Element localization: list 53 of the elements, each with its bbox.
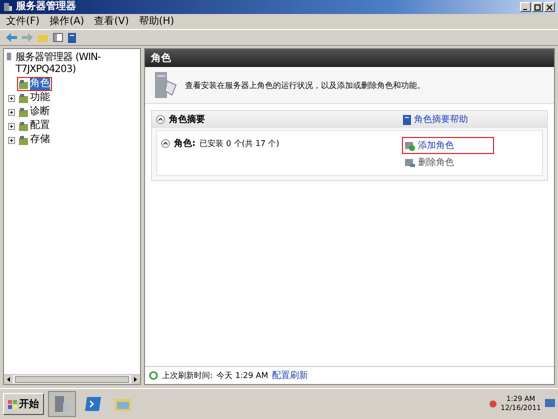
roles-status: 已安装 0 个(共 17 个)	[200, 138, 280, 149]
help-link[interactable]: 角色摘要帮助	[414, 113, 468, 126]
folder-icon	[19, 94, 28, 102]
expand-toggle[interactable]	[8, 108, 15, 116]
start-logo-icon	[8, 400, 17, 408]
expand-toggle[interactable]	[8, 122, 15, 130]
server-icon	[3, 2, 13, 12]
tree-item[interactable]: 配置	[17, 119, 52, 133]
expand-toggle[interactable]	[8, 94, 15, 102]
help-book-icon	[403, 114, 411, 124]
scroll-left-icon[interactable]	[4, 375, 13, 384]
show-desktop-icon[interactable]	[545, 399, 555, 409]
description-text: 查看安装在服务器上角色的运行状况，以及添加或删除角色和功能。	[185, 80, 425, 90]
collapse-icon[interactable]	[156, 115, 165, 124]
last-refresh-label: 上次刷新时间:	[162, 370, 213, 381]
window-title: 服务器管理器	[16, 1, 76, 13]
panel-title: 角色	[151, 53, 171, 64]
minimize-button[interactable]	[520, 2, 531, 12]
menu-item[interactable]: 帮助(H)	[138, 16, 174, 28]
tree-item[interactable]: 诊断	[17, 105, 52, 119]
tree-item[interactable]: 服务器管理器 (WIN-T7JXPQ4203)	[5, 51, 139, 77]
collapse-icon[interactable]	[161, 139, 170, 148]
menu-item[interactable]: 文件(F)	[6, 16, 40, 28]
tree-item[interactable]: 角色	[17, 77, 52, 91]
maximize-icon	[534, 4, 541, 10]
close-icon	[546, 4, 553, 10]
start-button[interactable]: 开始	[3, 393, 44, 415]
task-link[interactable]: 添加角色	[402, 137, 494, 154]
server-tower-icon	[153, 71, 177, 99]
close-button[interactable]	[544, 2, 555, 12]
help-book-icon[interactable]	[68, 32, 76, 42]
folder-icon	[19, 80, 28, 88]
task-link[interactable]: 删除角色	[402, 154, 538, 171]
refresh-icon[interactable]	[149, 371, 158, 380]
panel-icon[interactable]	[53, 33, 63, 42]
add-role-icon	[405, 140, 415, 150]
folder-icon	[19, 108, 28, 116]
horizontal-scrollbar[interactable]	[4, 374, 140, 384]
last-refresh-time: 今天 1:29 AM	[216, 370, 268, 381]
configure-refresh-link[interactable]: 配置刷新	[272, 369, 308, 382]
remove-role-icon	[405, 158, 415, 168]
expand-toggle[interactable]	[8, 136, 15, 144]
menu-item[interactable]: 查看(V)	[94, 16, 129, 28]
maximize-button[interactable]	[532, 2, 543, 12]
scroll-right-icon[interactable]	[131, 375, 140, 384]
section-title: 角色摘要	[169, 113, 205, 126]
server-icon	[6, 52, 14, 61]
folder-icon	[19, 122, 28, 130]
tree-item[interactable]: 存储	[17, 133, 52, 147]
folder-icon	[19, 136, 28, 144]
tree-item[interactable]: 功能	[17, 91, 52, 105]
roles-label: 角色:	[174, 138, 196, 150]
menu-item[interactable]: 操作(A)	[50, 16, 84, 28]
